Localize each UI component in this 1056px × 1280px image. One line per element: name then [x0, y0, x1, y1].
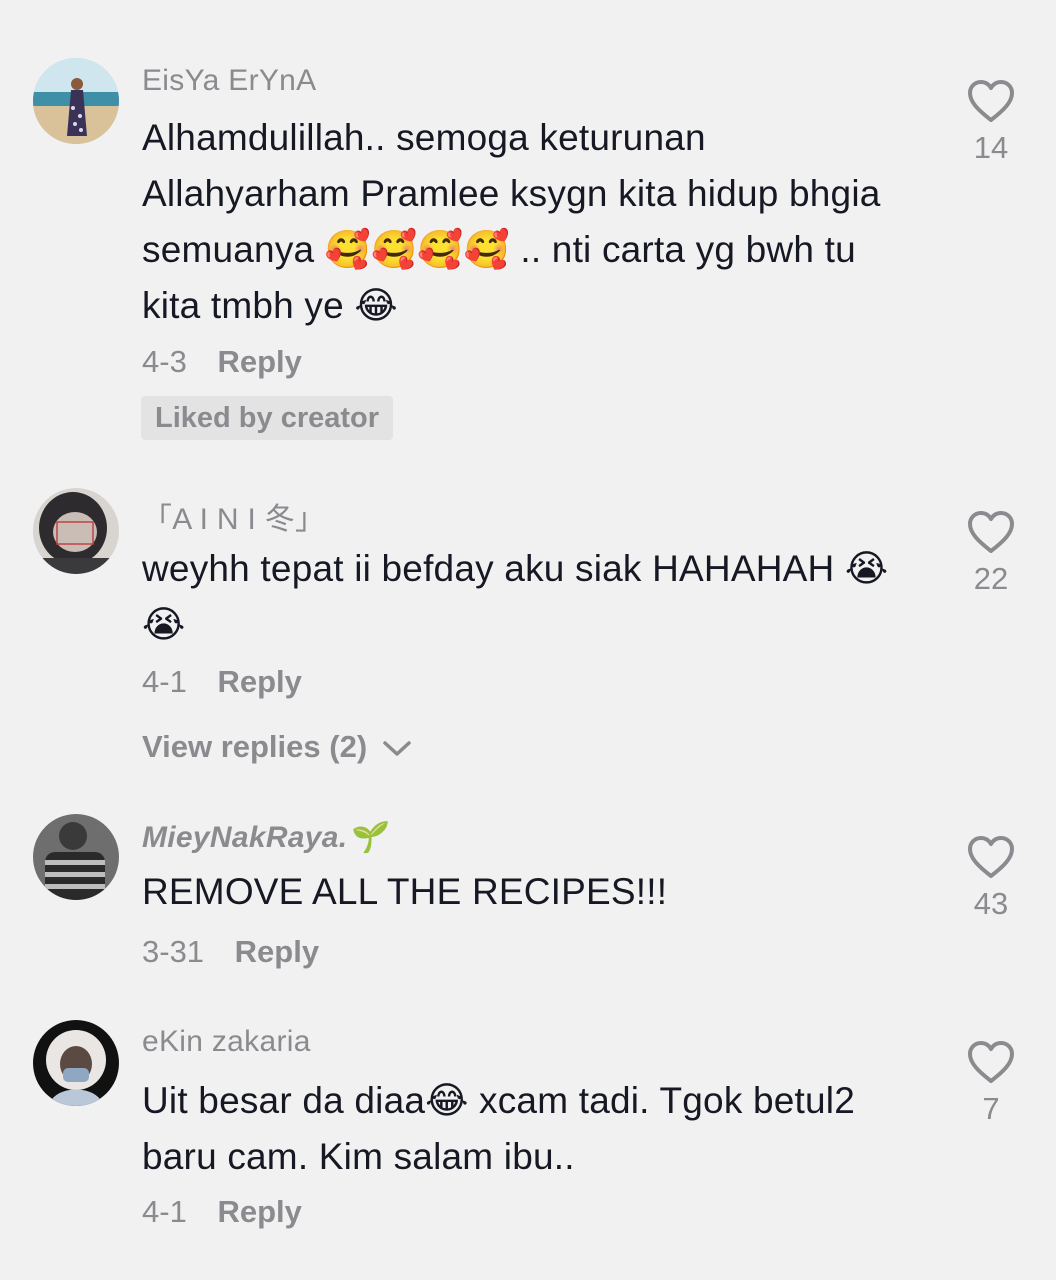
comment-date: 3-31	[142, 934, 205, 969]
reply-button[interactable]: Reply	[235, 934, 319, 969]
comment-date: 4-1	[142, 664, 187, 699]
reply-button[interactable]: Reply	[217, 664, 301, 699]
heart-outline-icon	[968, 1041, 1014, 1083]
username[interactable]: 「A I N I 冬」	[142, 494, 325, 538]
view-replies-label: View replies (2)	[142, 729, 368, 764]
like-count: 7	[982, 1091, 1000, 1126]
like-count: 43	[973, 886, 1009, 921]
avatar[interactable]	[33, 58, 119, 144]
username[interactable]: eKin zakaria	[142, 1025, 311, 1059]
comment-text: weyhh tepat ii befday aku siak HAHAHAH 😭…	[142, 548, 889, 645]
like-count: 22	[973, 561, 1009, 596]
liked-by-creator-badge: Liked by creator	[141, 396, 394, 440]
username[interactable]: EisYa ErYnA	[142, 64, 316, 98]
comment-text: Alhamdulillah.. semoga keturunan Allahya…	[142, 117, 881, 326]
comment-meta: 4-1 Reply	[142, 1194, 302, 1230]
avatar[interactable]	[33, 488, 119, 574]
username[interactable]: MieyNakRaya.🌱	[142, 820, 385, 855]
comment-text: Uit besar da diaa😂 xcam tadi. Tgok betul…	[142, 1080, 856, 1177]
view-replies-button[interactable]: View replies (2)	[142, 729, 412, 765]
comment-meta: 4-3 Reply	[142, 344, 302, 380]
heart-outline-icon	[968, 511, 1014, 553]
avatar[interactable]	[33, 1020, 119, 1106]
comment-text: REMOVE ALL THE RECIPES!!!	[142, 871, 668, 912]
comment-meta: 4-1 Reply	[142, 664, 302, 700]
like-button[interactable]: 7	[960, 1039, 1022, 1127]
like-button[interactable]: 14	[960, 78, 1022, 166]
heart-outline-icon	[968, 836, 1014, 878]
like-count: 14	[973, 130, 1009, 165]
avatar[interactable]	[33, 814, 119, 900]
comment-date: 4-1	[142, 1194, 187, 1229]
reply-button[interactable]: Reply	[217, 344, 301, 379]
comment-meta: 3-31 Reply	[142, 934, 319, 970]
reply-button[interactable]: Reply	[217, 1194, 301, 1229]
chevron-down-icon	[383, 741, 411, 756]
like-button[interactable]: 43	[960, 834, 1022, 922]
heart-outline-icon	[968, 80, 1014, 122]
like-button[interactable]: 22	[960, 509, 1022, 597]
comment-date: 4-3	[142, 344, 187, 379]
